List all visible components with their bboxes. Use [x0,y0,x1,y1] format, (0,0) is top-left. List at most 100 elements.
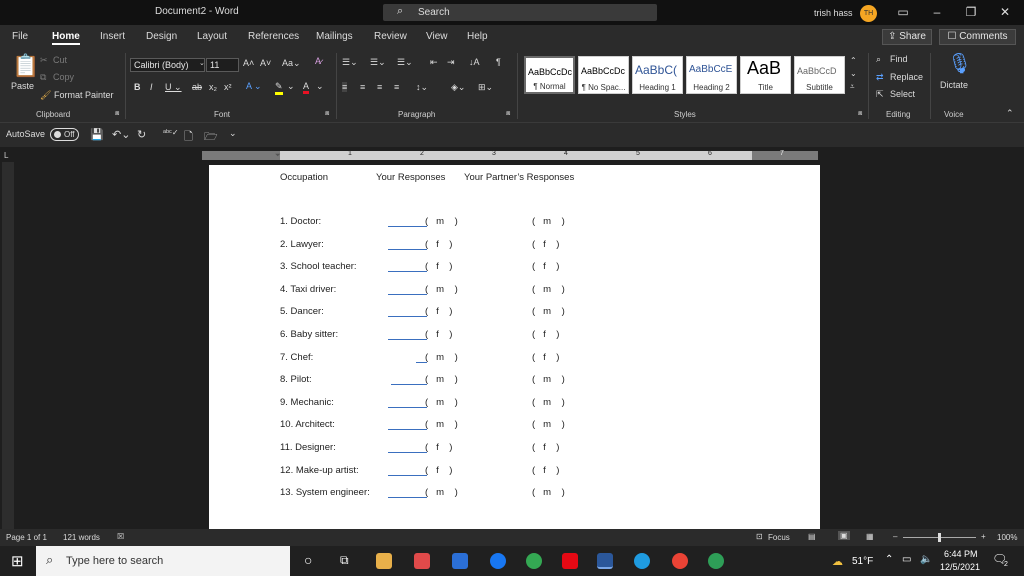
user-name[interactable]: trish hass [814,8,853,18]
decrease-indent-icon[interactable]: ⇤ [430,57,438,68]
font-color-icon[interactable]: A [303,81,310,94]
dictate-button[interactable]: Dictate [940,80,968,90]
word-count[interactable]: 121 words [63,533,100,542]
align-left-icon[interactable]: ≡ [342,82,348,92]
zoom-level[interactable]: 100% [997,533,1017,542]
clock-date[interactable]: 12/5/2021 [940,562,980,572]
subscript-icon[interactable]: x₂ [209,82,217,92]
paste-icon[interactable]: 📋 [12,53,39,79]
styles-more-icon[interactable]: ⩡ [850,82,855,92]
style-no-spacing[interactable]: AaBbCcDc ¶ No Spac... [578,56,629,94]
indent-marker-icon[interactable]: ⏷ [275,152,281,160]
partner-response[interactable]: ( f ) [532,239,559,250]
clock-time[interactable]: 6:44 PM [944,549,978,559]
partner-response[interactable]: ( m ) [532,374,565,385]
facebook-icon[interactable] [490,553,506,569]
chrome-profile-icon[interactable] [672,553,688,569]
italic-icon[interactable]: I [150,82,153,92]
your-response[interactable]: ( f ) [425,465,452,476]
superscript-icon[interactable]: x² [224,82,232,92]
replace-button[interactable]: Replace [890,72,923,82]
partner-response[interactable]: ( m ) [532,216,565,227]
collapse-ribbon-icon[interactable]: ⌃ [1006,108,1014,119]
response-blank-line[interactable] [388,226,427,227]
new-document-icon[interactable]: 🗋 [184,128,193,147]
windows-start-icon[interactable]: ⊞ [11,552,24,570]
select-button[interactable]: Select [890,89,915,99]
styles-scroll-up-icon[interactable]: ⌃ [850,56,857,65]
your-response[interactable]: ( f ) [425,261,452,272]
proofing-icon[interactable]: ☒ [117,532,124,541]
partner-response[interactable]: ( m ) [532,419,565,430]
font-size-select[interactable]: 11 [206,58,239,72]
font-launcher-icon[interactable]: ⧈ [325,110,329,118]
network-icon[interactable]: ▭ [902,554,911,565]
style-heading-2[interactable]: AaBbCcE Heading 2 [686,56,737,94]
bold-icon[interactable]: B [134,82,141,92]
tab-view[interactable]: View [426,31,448,42]
comments-button[interactable]: ☐ Comments [939,29,1016,45]
temperature[interactable]: 51°F [852,556,873,567]
find-button[interactable]: Find [890,54,908,64]
zoom-out-icon[interactable]: – [893,532,897,541]
show-marks-icon[interactable]: ¶ [496,57,501,67]
justify-icon[interactable]: ≡ [394,82,399,92]
customize-toolbar-icon[interactable]: ⌄ [229,128,237,139]
line-spacing-icon[interactable]: ↕⌄ [416,82,428,93]
tab-selector-icon[interactable]: L [4,151,8,160]
restore-icon[interactable]: ❐ [954,0,988,25]
multilevel-list-icon[interactable]: ☰⌄ [397,57,413,68]
clear-formatting-icon[interactable]: A̷ [315,56,321,66]
response-blank-line[interactable] [388,429,427,431]
response-blank-line[interactable] [391,384,427,386]
styles-scroll-down-icon[interactable]: ⌄ [850,69,857,78]
your-response[interactable]: ( f ) [425,329,452,340]
ribbon-display-icon[interactable]: ▭ [886,0,920,25]
share-button[interactable]: ⇪ Share [882,29,932,45]
file-explorer-icon[interactable] [376,553,392,569]
avatar[interactable]: TH [860,5,877,22]
shrink-font-icon[interactable]: A˅ [260,58,271,68]
partner-response[interactable]: ( m ) [532,306,565,317]
save-icon[interactable]: 💾 [90,128,104,141]
undo-icon[interactable]: ↶⌄ [112,128,130,141]
tab-references[interactable]: References [248,31,299,42]
microphone-icon[interactable]: 🎙 [947,51,972,76]
spelling-icon[interactable]: ᵃᵇᶜ✓ [163,128,179,137]
response-blank-line[interactable] [388,452,427,453]
response-blank-line[interactable] [388,248,427,250]
your-response[interactable]: ( m ) [425,352,458,363]
partner-response[interactable]: ( m ) [532,284,565,295]
partner-response[interactable]: ( f ) [532,465,559,476]
netflix-icon[interactable] [562,553,578,569]
read-mode-icon[interactable]: ▤ [808,532,816,541]
weather-icon[interactable]: ☁ [832,555,843,568]
zoom-in-icon[interactable]: + [981,532,986,541]
word-taskbar-icon[interactable] [597,553,613,569]
open-icon[interactable]: 🗁 [204,128,218,147]
font-name-select[interactable]: Calibri (Body) [130,58,205,72]
your-response[interactable]: ( m ) [425,419,458,430]
tab-review[interactable]: Review [374,31,407,42]
response-blank-line[interactable] [388,474,427,476]
zoom-slider-thumb[interactable] [938,533,941,542]
your-response[interactable]: ( m ) [425,487,458,498]
messaging-app-icon[interactable] [414,553,430,569]
focus-icon[interactable]: ⊡ [756,532,763,541]
text-effects-icon[interactable]: A ⌄ [246,81,262,92]
copy-button[interactable]: Copy [53,72,74,82]
tab-mailings[interactable]: Mailings [316,31,353,42]
minimize-icon[interactable]: – [920,0,954,25]
search-box[interactable]: ⌕ Search [383,4,657,21]
tray-overflow-icon[interactable]: ⌃ [885,554,893,565]
tab-home[interactable]: Home [52,31,80,42]
bullets-icon[interactable]: ☰⌄ [342,57,358,68]
partner-response[interactable]: ( f ) [532,442,559,453]
align-center-icon[interactable]: ≡ [360,82,365,92]
tab-layout[interactable]: Layout [197,31,227,42]
cut-button[interactable]: Cut [53,55,67,65]
highlight-icon[interactable]: ✎ [275,81,283,95]
tab-design[interactable]: Design [146,31,177,42]
partner-response[interactable]: ( f ) [532,352,559,363]
sort-icon[interactable]: ↓A [469,57,480,67]
